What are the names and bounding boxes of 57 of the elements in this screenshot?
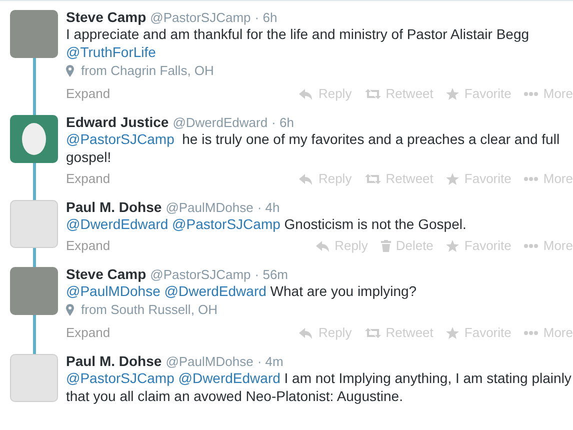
user-name[interactable]: Edward Justice (66, 112, 169, 133)
user-handle[interactable]: @PastorSJCamp (150, 8, 251, 28)
tweet-time[interactable]: · 6h (272, 113, 294, 132)
tweet-location[interactable]: from Chagrin Falls, OH (81, 61, 214, 81)
star-icon (446, 240, 460, 252)
retweet-icon (364, 89, 381, 99)
user-name[interactable]: Steve Camp (66, 264, 146, 285)
user-handle[interactable]: @PaulMDohse (166, 198, 254, 218)
tweet-time[interactable]: · 4m (257, 352, 284, 372)
tweet-text: @PastorSJCamp he is truly one of my favorites and a preaches a clear and full gospel! (66, 130, 561, 166)
tweet-time[interactable]: · 6h (254, 8, 278, 28)
dots-icon (524, 331, 538, 335)
mention-link[interactable]: @PastorSJCamp (172, 216, 280, 232)
tweet-time[interactable]: · 56m (254, 265, 288, 284)
user-name[interactable]: Steve Camp (66, 7, 146, 28)
mention-link[interactable]: @DwerdEdward (178, 370, 280, 386)
expand-link[interactable]: Expand (66, 169, 110, 189)
star-icon (446, 327, 460, 339)
mention-link[interactable]: @PastorSJCamp (66, 131, 174, 147)
reply-icon (299, 88, 314, 100)
location-pin-icon (66, 304, 74, 316)
retweet-icon (364, 174, 381, 184)
dots-icon (524, 92, 538, 96)
dots-icon (524, 177, 538, 181)
mention-link[interactable]: @DwerdEdward (66, 216, 168, 232)
dots-icon (524, 244, 538, 248)
avatar-sketch-placeholder (10, 200, 58, 248)
avatar-sketch-placeholder (10, 354, 58, 402)
tweet-text: @DwerdEdward @PastorSJCamp Gnosticism is not the Gospel. (66, 215, 468, 233)
retweet-icon (364, 328, 381, 338)
trash-icon (380, 240, 391, 252)
reply-icon (316, 240, 330, 252)
star-icon (446, 173, 460, 185)
location-pin-icon (66, 65, 74, 77)
tweet-text: @PastorSJCamp @DwerdEdward I am not Implying anything, I am stating plainly that you all claim an avowed Neo-Platonist: Augustine. (66, 369, 572, 405)
reply-icon (299, 174, 314, 184)
tweet-location[interactable]: from South Russell, OH (81, 300, 218, 320)
tweet-text: @PaulMDohse @DwerdEdward What are you implying? (66, 282, 418, 300)
tweet-text: I appreciate and am thankful for the life and ministry of Pastor Alistair Begg @TruthForLife (66, 25, 530, 61)
mention-link[interactable]: @PaulMDohse (66, 283, 160, 299)
star-icon (446, 88, 460, 100)
expand-link[interactable]: Expand (66, 236, 110, 256)
mention-link[interactable]: @DwerdEdward (164, 283, 266, 299)
user-handle[interactable]: @PaulMDohse (166, 352, 254, 372)
avatar-photo-placeholder (10, 10, 58, 58)
user-handle[interactable]: @DwerdEdward (172, 113, 268, 132)
mention-link[interactable]: @PastorSJCamp (66, 370, 174, 386)
egg-avatar (10, 115, 58, 163)
expand-link[interactable]: Expand (66, 84, 110, 104)
user-name[interactable]: Paul M. Dohse (66, 351, 162, 372)
user-name[interactable]: Paul M. Dohse (66, 197, 162, 218)
reply-icon (299, 328, 314, 338)
user-handle[interactable]: @PastorSJCamp (150, 265, 251, 284)
tweet-time[interactable]: · 4h (257, 198, 280, 218)
mention-link[interactable]: @TruthForLife (66, 44, 156, 60)
avatar-photo-placeholder (10, 267, 58, 315)
expand-link[interactable]: Expand (66, 323, 110, 343)
